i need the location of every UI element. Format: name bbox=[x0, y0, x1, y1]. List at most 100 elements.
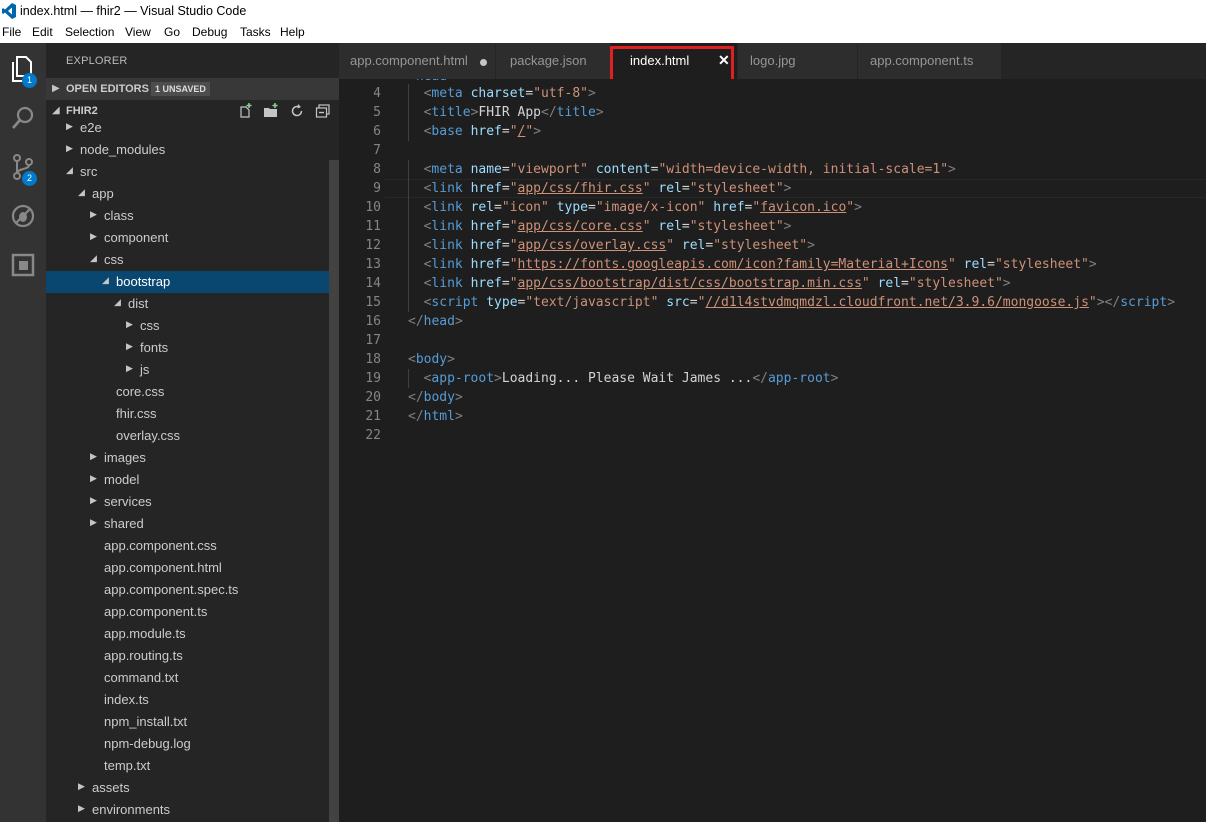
line-number: 20 bbox=[365, 390, 381, 405]
chevron-down-icon: ◢ bbox=[66, 165, 73, 175]
code-line: <link href="https://fonts.googleapis.com… bbox=[423, 257, 1097, 272]
folder-item[interactable]: ▶ services bbox=[46, 491, 339, 513]
code-line: <link href="app/css/bootstrap/dist/css/b… bbox=[423, 276, 1011, 291]
menu-bar: File Edit Selection View Go Debug Tasks … bbox=[0, 22, 1206, 43]
line-number: 7 bbox=[373, 143, 381, 158]
file-item[interactable]: app.routing.ts bbox=[46, 645, 339, 667]
file-item[interactable]: overlay.css bbox=[46, 425, 339, 447]
code-editor[interactable]: <head> 4<meta charset="utf-8">5<title>FH… bbox=[339, 79, 1206, 822]
explorer-icon[interactable]: 1 bbox=[0, 47, 46, 91]
tree-item-label: app.routing.ts bbox=[104, 648, 183, 663]
tree-item-label: component bbox=[104, 230, 169, 245]
line-number: 8 bbox=[373, 162, 381, 177]
file-item[interactable]: temp.txt bbox=[46, 755, 339, 777]
sidebar-scrollbar[interactable] bbox=[329, 160, 339, 822]
menu-view[interactable]: View bbox=[125, 25, 151, 39]
tree-item-label: images bbox=[104, 450, 146, 465]
chevron-right-icon: ▶ bbox=[126, 319, 133, 329]
tree-item-label: css bbox=[104, 252, 124, 267]
folder-item[interactable]: ◢ css bbox=[46, 249, 339, 271]
folder-item[interactable]: ▶ fonts bbox=[46, 337, 339, 359]
tab-label: package.json bbox=[510, 53, 587, 68]
code-line: <script type="text/javascript" src="//d1… bbox=[423, 295, 1176, 310]
code-line: <link href="app/css/overlay.css" rel="st… bbox=[423, 238, 815, 253]
menu-selection[interactable]: Selection bbox=[65, 25, 114, 39]
open-editors-header[interactable]: ▶ OPEN EDITORS 1 UNSAVED bbox=[46, 78, 339, 100]
tree-item-label: shared bbox=[104, 516, 144, 531]
file-item[interactable]: npm-debug.log bbox=[46, 733, 339, 755]
tab-logo-jpg[interactable]: logo.jpg bbox=[738, 43, 857, 79]
indent-guide bbox=[408, 274, 409, 293]
folder-item[interactable]: ▶ images bbox=[46, 447, 339, 469]
folder-item[interactable]: ▶ class bbox=[46, 205, 339, 227]
code-line: </html> bbox=[408, 409, 463, 424]
folder-item[interactable]: ▶ model bbox=[46, 469, 339, 491]
source-control-icon[interactable]: 2 bbox=[0, 145, 46, 189]
extensions-icon[interactable] bbox=[0, 243, 46, 287]
tree-item-label: app.module.ts bbox=[104, 626, 186, 641]
file-item[interactable]: app.module.ts bbox=[46, 623, 339, 645]
menu-go[interactable]: Go bbox=[164, 25, 180, 39]
chevron-down-icon: ◢ bbox=[52, 105, 60, 116]
tree-item-label: bootstrap bbox=[116, 274, 171, 289]
folder-item[interactable]: ◢ dist bbox=[46, 293, 339, 315]
code-line: <title>FHIR App</title> bbox=[423, 105, 604, 120]
tab-package-json[interactable]: package.json bbox=[496, 43, 610, 79]
chevron-down-icon: ◢ bbox=[78, 187, 85, 197]
indent-guide bbox=[408, 217, 409, 236]
tree-item-label: class bbox=[104, 208, 134, 223]
indent-guide bbox=[408, 255, 409, 274]
tab-app-component-html[interactable]: app.component.html bbox=[339, 43, 495, 79]
file-item[interactable]: app.component.spec.ts bbox=[46, 579, 339, 601]
folder-item[interactable]: ◢ app bbox=[46, 183, 339, 205]
file-item[interactable]: core.css bbox=[46, 381, 339, 403]
code-line: <app-root>Loading... Please Wait James .… bbox=[423, 371, 839, 386]
source-control-badge: 2 bbox=[22, 171, 37, 186]
menu-edit[interactable]: Edit bbox=[32, 25, 53, 39]
folder-item[interactable]: ▶ assets bbox=[46, 777, 339, 799]
unsaved-dot-icon bbox=[480, 59, 487, 66]
folder-item[interactable]: ◢ bootstrap bbox=[46, 271, 339, 293]
file-item[interactable]: fhir.css bbox=[46, 403, 339, 425]
file-item[interactable]: command.txt bbox=[46, 667, 339, 689]
line-number: 4 bbox=[373, 86, 381, 101]
tab-app-component-ts[interactable]: app.component.ts bbox=[858, 43, 1001, 79]
unsaved-badge: 1 UNSAVED bbox=[151, 82, 210, 96]
folder-item[interactable]: ▶ js bbox=[46, 359, 339, 381]
file-item[interactable]: index.ts bbox=[46, 689, 339, 711]
file-item[interactable]: app.component.html bbox=[46, 557, 339, 579]
tree-item-label: npm_install.txt bbox=[104, 714, 188, 729]
tree-item-label: overlay.css bbox=[116, 428, 181, 443]
chevron-down-icon: ◢ bbox=[102, 275, 109, 285]
chevron-right-icon: ▶ bbox=[78, 781, 85, 791]
tree-item-label: app.component.css bbox=[104, 538, 217, 553]
folder-item[interactable]: ▶ environments bbox=[46, 799, 339, 821]
folder-item[interactable]: ▶ node_modules bbox=[46, 139, 339, 161]
tree-item-label: assets bbox=[92, 780, 130, 795]
menu-tasks[interactable]: Tasks bbox=[240, 25, 271, 39]
folder-item[interactable]: ◢ src bbox=[46, 161, 339, 183]
chevron-down-icon: ◢ bbox=[114, 297, 121, 307]
file-item[interactable]: app.component.ts bbox=[46, 601, 339, 623]
search-icon[interactable] bbox=[0, 96, 46, 140]
menu-debug[interactable]: Debug bbox=[192, 25, 227, 39]
folder-item[interactable]: ▶ shared bbox=[46, 513, 339, 535]
folder-item[interactable]: ▶ component bbox=[46, 227, 339, 249]
line-number: 9 bbox=[373, 181, 381, 196]
line-number: 5 bbox=[373, 105, 381, 120]
menu-file[interactable]: File bbox=[2, 25, 21, 39]
line-number: 6 bbox=[373, 124, 381, 139]
tree-item-label: js bbox=[140, 362, 150, 377]
indent-guide bbox=[408, 293, 409, 312]
activity-bar: 1 2 bbox=[0, 43, 46, 822]
code-line: <body> bbox=[408, 352, 455, 367]
file-item[interactable]: npm_install.txt bbox=[46, 711, 339, 733]
debug-icon[interactable] bbox=[0, 194, 46, 238]
file-item[interactable]: app.component.css bbox=[46, 535, 339, 557]
folder-item[interactable]: ▶ e2e bbox=[46, 117, 339, 139]
folder-item[interactable]: ▶ css bbox=[46, 315, 339, 337]
code-line: </body> bbox=[408, 390, 463, 405]
menu-help[interactable]: Help bbox=[280, 25, 305, 39]
tree-item-label: app.component.ts bbox=[104, 604, 208, 619]
indent-guide bbox=[408, 84, 409, 103]
